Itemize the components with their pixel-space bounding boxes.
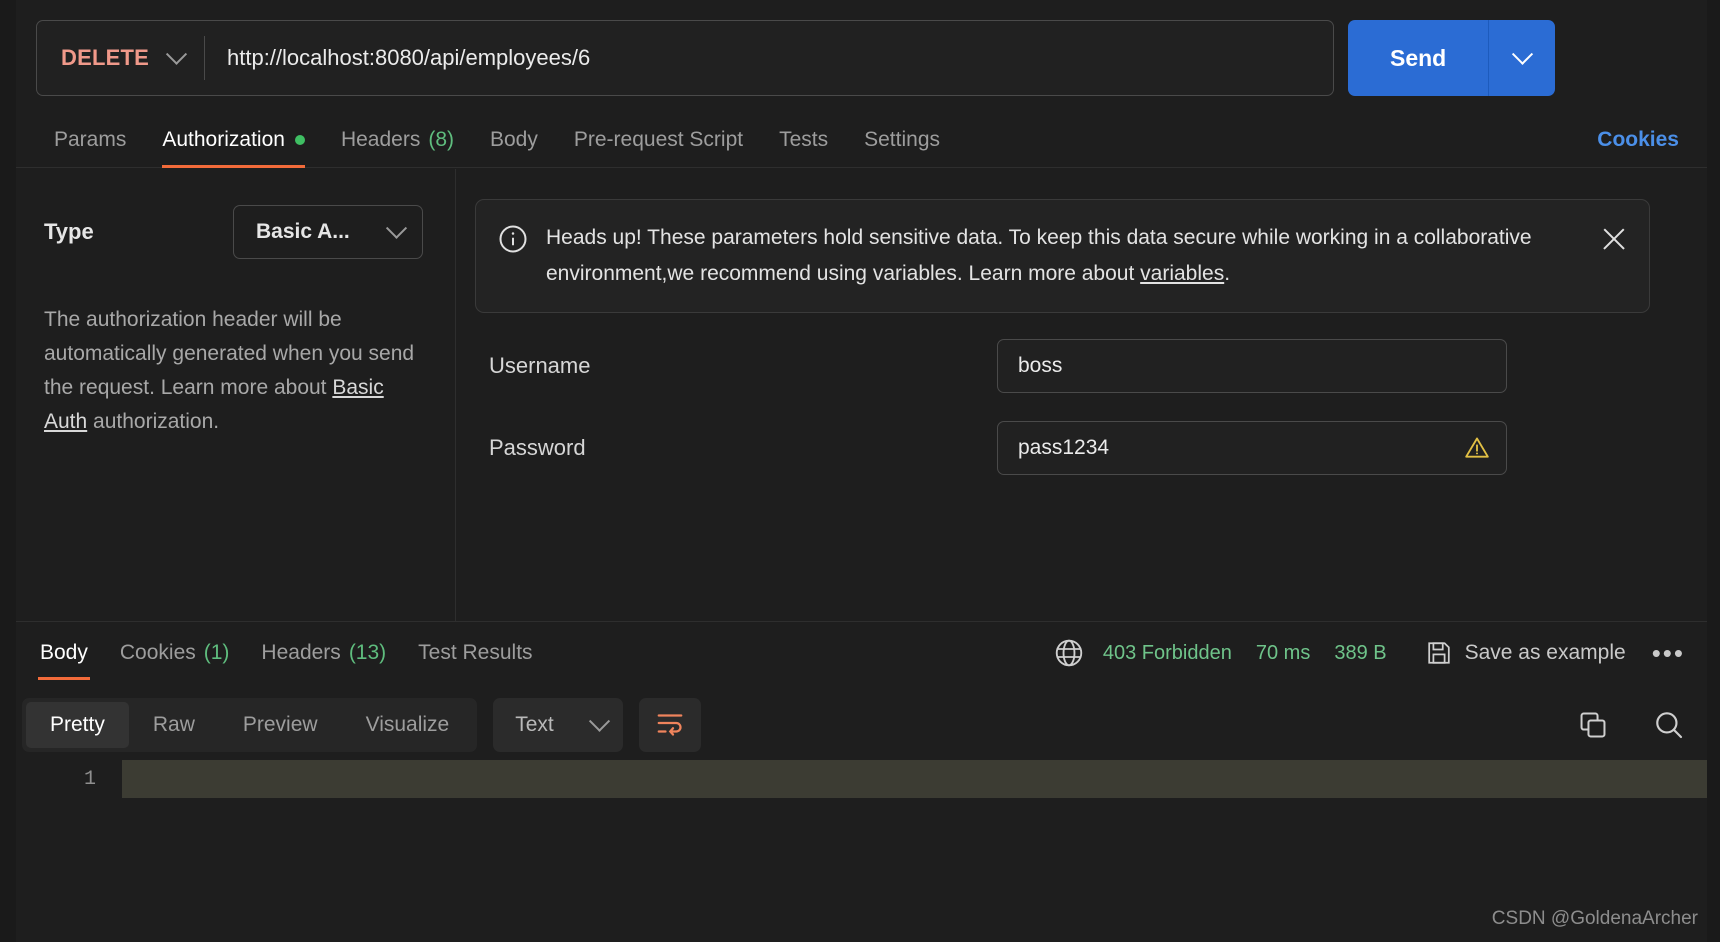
http-method-label: DELETE bbox=[61, 45, 149, 70]
info-icon bbox=[498, 224, 528, 254]
send-button[interactable]: Send bbox=[1348, 20, 1489, 96]
right-rail bbox=[1707, 0, 1720, 942]
request-tabs: Params Authorization Headers (8) Body Pr… bbox=[16, 112, 1707, 168]
username-label: Username bbox=[489, 353, 591, 378]
line-number: 1 bbox=[83, 767, 96, 791]
watermark: CSDN @GoldenaArcher bbox=[1491, 908, 1698, 929]
chevron-down-icon bbox=[385, 217, 408, 239]
tab-headers[interactable]: Headers (8) bbox=[323, 112, 472, 168]
http-method-selector[interactable]: DELETE bbox=[37, 21, 204, 95]
tab-label: Test Results bbox=[418, 641, 533, 664]
response-size[interactable]: 389 B bbox=[1334, 642, 1386, 665]
view-label: Raw bbox=[152, 713, 195, 736]
tab-label: Pre-request Script bbox=[573, 127, 744, 151]
response-tabs: Body Cookies (1) Headers (13) Test Resul… bbox=[16, 622, 1707, 684]
view-preview-button[interactable]: Preview bbox=[219, 702, 342, 748]
username-input[interactable] bbox=[1018, 354, 1490, 378]
variables-link[interactable]: variables bbox=[1140, 262, 1224, 285]
view-raw-button[interactable]: Raw bbox=[129, 702, 219, 748]
chevron-down-icon bbox=[155, 43, 188, 66]
word-wrap-button[interactable] bbox=[639, 698, 702, 752]
response-tab-headers[interactable]: Headers (13) bbox=[245, 622, 402, 684]
tab-pre-request-script[interactable]: Pre-request Script bbox=[556, 112, 761, 168]
close-icon[interactable] bbox=[1597, 222, 1631, 256]
send-button-group: Send bbox=[1348, 20, 1556, 96]
copy-icon[interactable] bbox=[1577, 709, 1609, 741]
save-disk-icon[interactable] bbox=[1425, 639, 1453, 667]
response-body-toolbar: Pretty Raw Preview Visualize Text bbox=[16, 690, 1707, 760]
tab-label: Cookies bbox=[119, 641, 196, 664]
url-field-container: DELETE bbox=[36, 20, 1334, 96]
tab-body[interactable]: Body bbox=[472, 112, 556, 168]
status-code[interactable]: 403 Forbidden bbox=[1103, 642, 1232, 665]
search-icon[interactable] bbox=[1653, 709, 1685, 741]
tab-settings[interactable]: Settings bbox=[846, 112, 958, 168]
view-label: Visualize bbox=[365, 713, 450, 736]
tab-authorization[interactable]: Authorization bbox=[144, 112, 323, 168]
body-format-dropdown[interactable]: Text bbox=[493, 698, 624, 752]
tab-tests[interactable]: Tests bbox=[761, 112, 846, 168]
response-tab-test-results[interactable]: Test Results bbox=[402, 622, 548, 684]
tab-label: Settings bbox=[864, 127, 941, 151]
view-label: Preview bbox=[242, 713, 318, 736]
auth-description: The authorization header will be automat… bbox=[44, 303, 423, 439]
chevron-down-icon bbox=[1511, 43, 1533, 65]
auth-type-pane: Type Basic A... The authorization header… bbox=[16, 169, 456, 621]
modified-dot-icon bbox=[294, 134, 305, 145]
response-more-options-button[interactable]: ••• bbox=[1652, 638, 1685, 669]
response-status-group: 403 Forbidden 70 ms 389 B Save as exampl… bbox=[1053, 637, 1707, 669]
globe-icon[interactable] bbox=[1053, 637, 1085, 669]
auth-description-part2: authorization. bbox=[87, 410, 220, 434]
save-as-example-button[interactable]: Save as example bbox=[1465, 641, 1626, 665]
view-label: Pretty bbox=[50, 713, 105, 736]
word-wrap-icon bbox=[655, 708, 685, 743]
code-line: 1 bbox=[16, 760, 1707, 798]
tab-count: (1) bbox=[203, 641, 230, 664]
response-time[interactable]: 70 ms bbox=[1256, 642, 1310, 665]
view-visualize-button[interactable]: Visualize bbox=[342, 702, 474, 748]
tab-label: Headers bbox=[340, 127, 421, 151]
password-input[interactable] bbox=[1018, 436, 1464, 460]
password-row: Password bbox=[457, 421, 1707, 475]
response-tab-cookies[interactable]: Cookies (1) bbox=[104, 622, 246, 684]
warning-triangle-icon[interactable] bbox=[1464, 435, 1490, 461]
url-bar: DELETE Send bbox=[36, 20, 1684, 96]
response-body-editor[interactable]: 1 bbox=[16, 760, 1707, 880]
username-field[interactable] bbox=[997, 339, 1507, 393]
password-field[interactable] bbox=[997, 421, 1507, 475]
response-tab-body[interactable]: Body bbox=[24, 622, 104, 684]
banner-text-part2: . bbox=[1224, 262, 1231, 286]
auth-type-row: Type Basic A... bbox=[44, 205, 423, 259]
tab-count: (13) bbox=[348, 641, 387, 664]
password-label: Password bbox=[489, 435, 586, 460]
auth-type-value: Basic A... bbox=[256, 220, 350, 243]
auth-type-dropdown[interactable]: Basic A... bbox=[233, 205, 423, 259]
banner-message: Heads up! These parameters hold sensitiv… bbox=[528, 220, 1597, 292]
tab-label: Authorization bbox=[162, 127, 285, 151]
cookies-link[interactable]: Cookies bbox=[1597, 128, 1679, 152]
url-input[interactable] bbox=[205, 45, 1333, 71]
left-rail bbox=[0, 0, 16, 942]
tab-params[interactable]: Params bbox=[36, 112, 144, 168]
tab-label: Params bbox=[54, 127, 127, 151]
view-pretty-button[interactable]: Pretty bbox=[26, 702, 129, 748]
tab-label: Tests bbox=[779, 127, 829, 151]
auth-fields-pane: Heads up! These parameters hold sensitiv… bbox=[457, 169, 1707, 621]
sensitive-data-banner: Heads up! These parameters hold sensitiv… bbox=[475, 199, 1650, 314]
send-options-button[interactable] bbox=[1489, 20, 1556, 96]
username-row: Username bbox=[457, 339, 1707, 393]
credentials-fields: Username Password bbox=[457, 339, 1707, 503]
tab-label: Body bbox=[490, 127, 538, 151]
tab-label: Headers bbox=[261, 641, 341, 664]
chevron-down-icon bbox=[589, 710, 611, 732]
body-tools bbox=[1577, 709, 1685, 741]
line-content[interactable] bbox=[122, 760, 1707, 798]
body-view-segmented-control: Pretty Raw Preview Visualize bbox=[22, 698, 478, 752]
tab-label: Body bbox=[40, 641, 88, 664]
body-format-value: Text bbox=[515, 713, 554, 736]
banner-text-part1: Heads up! These parameters hold sensitiv… bbox=[546, 226, 1532, 286]
auth-type-label: Type bbox=[44, 219, 94, 244]
tab-count: (8) bbox=[428, 127, 454, 151]
